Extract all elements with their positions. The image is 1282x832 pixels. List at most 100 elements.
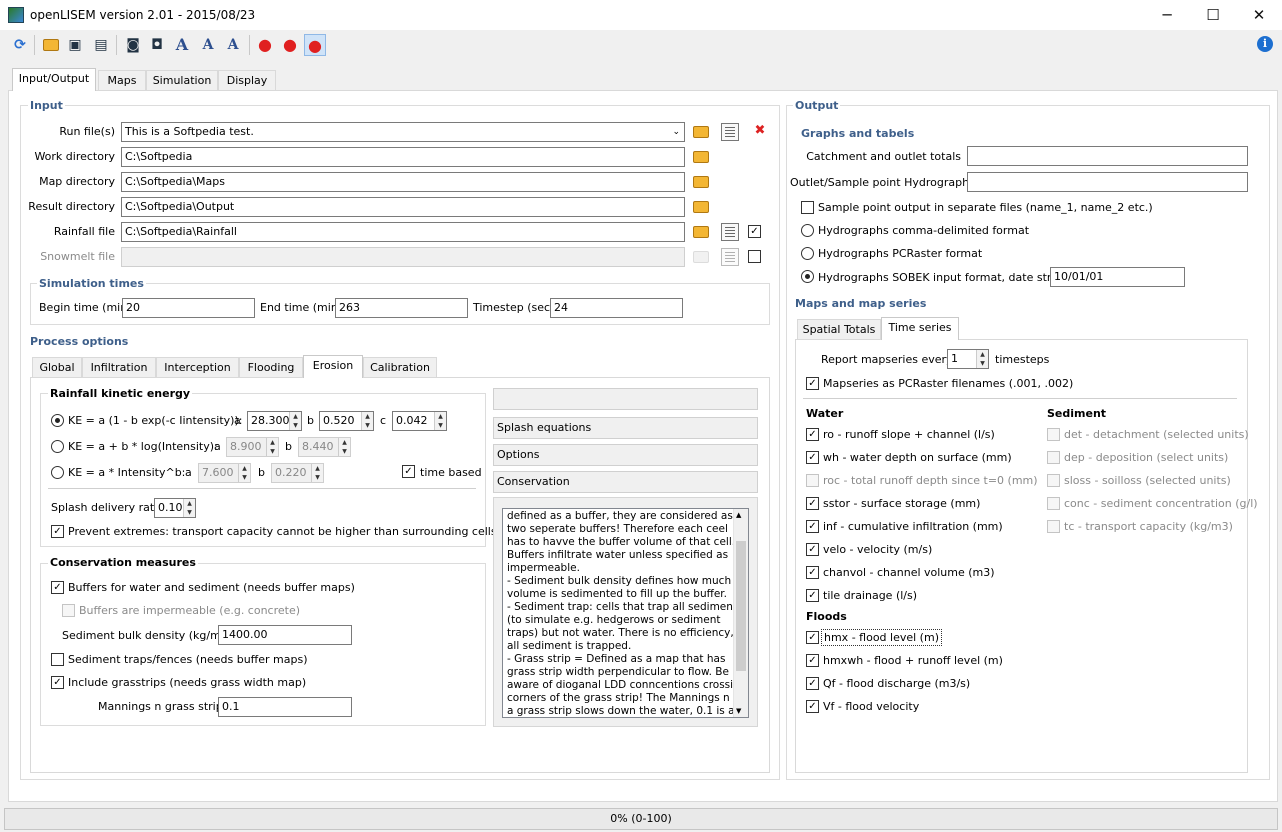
ke-formula-1-radio[interactable] (51, 414, 64, 427)
help-text-area[interactable]: defined as a buffer, they are considered… (502, 508, 749, 718)
timestep-input[interactable]: 24 (550, 298, 683, 318)
ke1-b-spinbox[interactable]: 0.520 ▲ ▼ (319, 411, 374, 431)
water-wh-checkbox[interactable]: ✓ (806, 451, 819, 464)
spin-arrows-icon[interactable]: ▲ ▼ (311, 464, 323, 482)
hydro-sobek-radio[interactable] (801, 270, 814, 283)
snowmelt-checkbox[interactable] (748, 250, 761, 263)
buffers-checkbox[interactable]: ✓ (51, 581, 64, 594)
stop-icon[interactable]: ● (304, 34, 326, 56)
sed-conc-checkbox[interactable] (1047, 497, 1060, 510)
spin-arrows-icon[interactable]: ▲ ▼ (976, 350, 988, 368)
tab-spatial-totals[interactable]: Spatial Totals (797, 319, 881, 340)
spin-arrows-icon[interactable]: ▲ ▼ (183, 499, 195, 517)
water-roc-checkbox[interactable] (806, 474, 819, 487)
tab-time-series[interactable]: Time series (881, 317, 959, 340)
tab-maps[interactable]: Maps (98, 70, 146, 91)
minimize-button[interactable]: ─ (1144, 0, 1190, 30)
water-tile-checkbox[interactable]: ✓ (806, 589, 819, 602)
tab-input-output[interactable]: Input/Output (12, 68, 96, 91)
splash-equations-button[interactable]: Splash equations (493, 417, 758, 439)
options-button[interactable]: Options (493, 444, 758, 466)
ke1-c-spinbox[interactable]: 0.042 ▲ ▼ (392, 411, 447, 431)
refresh-icon[interactable]: ⟳ (9, 34, 31, 56)
browse-snowmelt-button[interactable] (690, 246, 712, 268)
water-sstor-checkbox[interactable]: ✓ (806, 497, 819, 510)
snowmelt-input[interactable] (121, 247, 685, 267)
ke3-a-spinbox[interactable]: 7.600 ▲ ▼ (198, 463, 251, 483)
flood-qf-checkbox[interactable]: ✓ (806, 677, 819, 690)
font-increase-icon[interactable]: A (197, 34, 219, 56)
tab-erosion[interactable]: Erosion (303, 355, 363, 378)
spin-arrows-icon[interactable]: ▲ ▼ (434, 412, 446, 430)
tab-calibration[interactable]: Calibration (363, 357, 437, 378)
screenshot-icon[interactable]: ◙ (122, 34, 144, 56)
catchment-input[interactable] (967, 146, 1248, 166)
screenshot-series-icon[interactable]: ◘ (146, 34, 168, 56)
rainfall-input[interactable]: C:\Softpedia\Rainfall (121, 222, 685, 242)
run-icon[interactable]: ● (254, 34, 276, 56)
tab-flooding[interactable]: Flooding (239, 357, 303, 378)
ke-formula-3-radio[interactable] (51, 466, 64, 479)
help-scrollbar[interactable]: ▲ ▼ (733, 509, 748, 717)
hydro-pcraster-radio[interactable] (801, 247, 814, 260)
flood-vf-checkbox[interactable]: ✓ (806, 700, 819, 713)
font-icon[interactable]: A (171, 34, 193, 56)
water-inf-checkbox[interactable]: ✓ (806, 520, 819, 533)
mannings-input[interactable]: 0.1 (218, 697, 352, 717)
rainfall-checkbox[interactable]: ✓ (748, 225, 761, 238)
save-icon[interactable]: ▣ (64, 34, 86, 56)
time-based-checkbox[interactable]: ✓ (402, 465, 415, 478)
ke3-b-spinbox[interactable]: 0.220 ▲ ▼ (271, 463, 324, 483)
open-runfile-button[interactable] (690, 121, 712, 143)
scroll-up-icon[interactable]: ▲ (736, 511, 741, 519)
pause-icon[interactable]: ● (279, 34, 301, 56)
browse-work-dir-button[interactable] (690, 146, 712, 168)
font-decrease-icon[interactable]: A (222, 34, 244, 56)
sed-dep-checkbox[interactable] (1047, 451, 1060, 464)
pcraster-names-checkbox[interactable]: ✓ (806, 377, 819, 390)
list-icon[interactable] (721, 248, 739, 266)
spin-arrows-icon[interactable]: ▲ ▼ (289, 412, 301, 430)
report-every-spinbox[interactable]: 1 ▲ ▼ (947, 349, 989, 369)
prevent-extremes-checkbox[interactable]: ✓ (51, 525, 64, 538)
close-window-button[interactable]: ✕ (1236, 0, 1282, 30)
spin-arrows-icon[interactable]: ▲ ▼ (361, 412, 373, 430)
list-icon[interactable] (721, 223, 739, 241)
sed-det-checkbox[interactable] (1047, 428, 1060, 441)
browse-rainfall-button[interactable] (690, 221, 712, 243)
water-velo-checkbox[interactable]: ✓ (806, 543, 819, 556)
ke2-a-spinbox[interactable]: 8.900 ▲ ▼ (226, 437, 279, 457)
delete-runfile-icon[interactable]: ✖ (749, 121, 771, 143)
grasstrips-checkbox[interactable]: ✓ (51, 676, 64, 689)
outlet-input[interactable] (967, 172, 1248, 192)
sed-sloss-checkbox[interactable] (1047, 474, 1060, 487)
water-chanvol-checkbox[interactable]: ✓ (806, 566, 819, 579)
conservation-button[interactable]: Conservation (493, 471, 758, 493)
water-ro-checkbox[interactable]: ✓ (806, 428, 819, 441)
tab-simulation[interactable]: Simulation (146, 70, 218, 91)
hydro-csv-radio[interactable] (801, 224, 814, 237)
scroll-down-icon[interactable]: ▼ (736, 707, 741, 715)
run-files-select[interactable]: This is a Softpedia test. ⌄ (121, 122, 685, 142)
scroll-thumb[interactable] (736, 541, 746, 671)
sobek-date-input[interactable]: 10/01/01 (1050, 267, 1185, 287)
work-dir-input[interactable]: C:\Softpedia (121, 147, 685, 167)
ke-formula-2-radio[interactable] (51, 440, 64, 453)
bulk-density-input[interactable]: 1400.00 (218, 625, 352, 645)
sediment-traps-checkbox[interactable] (51, 653, 64, 666)
splash-ratio-spinbox[interactable]: 0.10 ▲ ▼ (154, 498, 196, 518)
empty-side-button[interactable] (493, 388, 758, 410)
spin-arrows-icon[interactable]: ▲ ▼ (238, 464, 250, 482)
spin-arrows-icon[interactable]: ▲ ▼ (266, 438, 278, 456)
tab-interception[interactable]: Interception (156, 357, 239, 378)
result-dir-input[interactable]: C:\Softpedia\Output (121, 197, 685, 217)
ke2-b-spinbox[interactable]: 8.440 ▲ ▼ (298, 437, 351, 457)
list-icon[interactable] (721, 123, 739, 141)
tab-global[interactable]: Global (32, 357, 82, 378)
tab-display[interactable]: Display (218, 70, 276, 91)
open-runfile-icon[interactable] (40, 34, 62, 56)
tab-infiltration[interactable]: Infiltration (82, 357, 156, 378)
browse-result-dir-button[interactable] (690, 196, 712, 218)
maximize-button[interactable]: ☐ (1190, 0, 1236, 30)
sample-separate-checkbox[interactable] (801, 201, 814, 214)
